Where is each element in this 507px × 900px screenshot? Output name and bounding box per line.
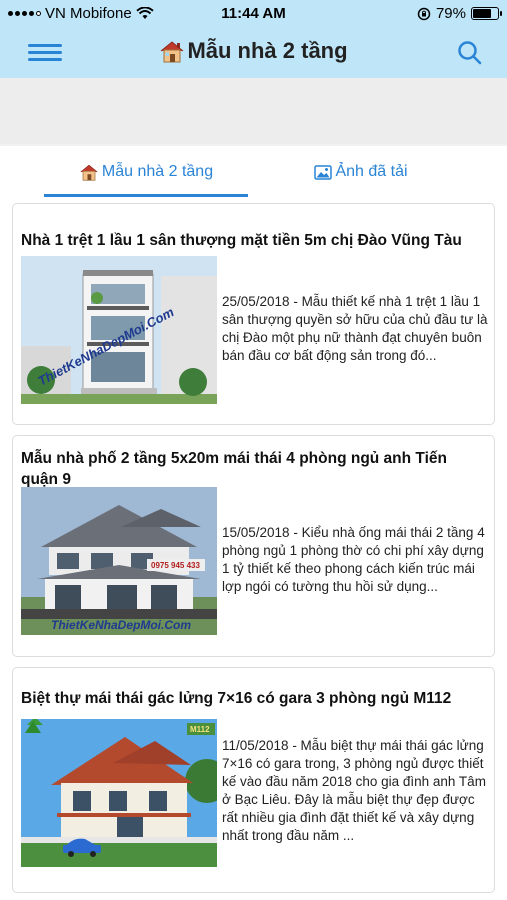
article-thumbnail[interactable]: M112 (21, 719, 217, 867)
house-icon (161, 41, 184, 63)
battery-fill (473, 9, 492, 18)
battery-percent: 79% (435, 5, 466, 22)
tab-label: Ảnh đã tải (335, 163, 408, 180)
status-right: 79% (417, 5, 502, 22)
status-bar: VN Mobifone 11:44 AM 79% (0, 0, 507, 28)
article-excerpt: 11/05/2018 - Mẫu biệt thự mái thái gác l… (222, 738, 486, 843)
search-icon[interactable] (455, 38, 485, 68)
article-title[interactable]: Biệt thự mái thái gác lửng 7×16 có gara … (21, 688, 484, 709)
house-render-image: ThietKeNhaDepMoi.Com (21, 256, 217, 404)
article-title[interactable]: Nhà 1 trệt 1 lầu 1 sân thượng mặt tiền 5… (21, 230, 484, 251)
article-excerpt: 15/05/2018 - Kiểu nhà ống mái thái 2 tần… (222, 525, 485, 594)
house-icon (80, 164, 98, 181)
article-list: Nhà 1 trệt 1 lầu 1 sân thượng mặt tiền 5… (0, 198, 507, 900)
page-title-text: Mẫu nhà 2 tầng (187, 38, 348, 63)
article-thumbnail[interactable]: ThietKeNhaDepMoi.Com (21, 256, 217, 404)
tab-bar: Mẫu nhà 2 tầng Ảnh đã tải (0, 146, 507, 198)
image-icon (314, 164, 333, 180)
tab-label: Mẫu nhà 2 tầng (101, 163, 214, 180)
watermark-text: ThietKeNhaDepMoi.Com (51, 618, 191, 632)
active-tab-indicator (44, 194, 248, 197)
model-badge-text: M112 (190, 725, 210, 734)
battery-icon (471, 7, 502, 20)
rotation-lock-icon (417, 7, 431, 20)
article-thumbnail[interactable]: 0975 945 433 ThietKeNhaDepMoi.Com (21, 487, 217, 635)
ad-banner-area (0, 78, 507, 144)
house-render-image: M112 (21, 719, 217, 867)
phone-number-text: 0975 945 433 (151, 561, 200, 570)
tab-mau-nha-2-tang[interactable]: Mẫu nhà 2 tầng (44, 146, 248, 198)
house-render-image: 0975 945 433 ThietKeNhaDepMoi.Com (21, 487, 217, 635)
article-card[interactable]: Mẫu nhà phố 2 tầng 5x20m mái thái 4 phòn… (12, 435, 495, 657)
article-excerpt: 25/05/2018 - Mẫu thiết kế nhà 1 trệt 1 l… (222, 294, 488, 363)
tab-anh-da-tai[interactable]: Ảnh đã tải (259, 146, 463, 198)
page-title: Mẫu nhà 2 tầng (0, 38, 507, 64)
article-title[interactable]: Mẫu nhà phố 2 tầng 5x20m mái thái 4 phòn… (21, 448, 484, 490)
article-card[interactable]: Nhà 1 trệt 1 lầu 1 sân thượng mặt tiền 5… (12, 203, 495, 425)
article-card[interactable]: Biệt thự mái thái gác lửng 7×16 có gara … (12, 667, 495, 893)
app-header: Mẫu nhà 2 tầng (0, 28, 507, 78)
